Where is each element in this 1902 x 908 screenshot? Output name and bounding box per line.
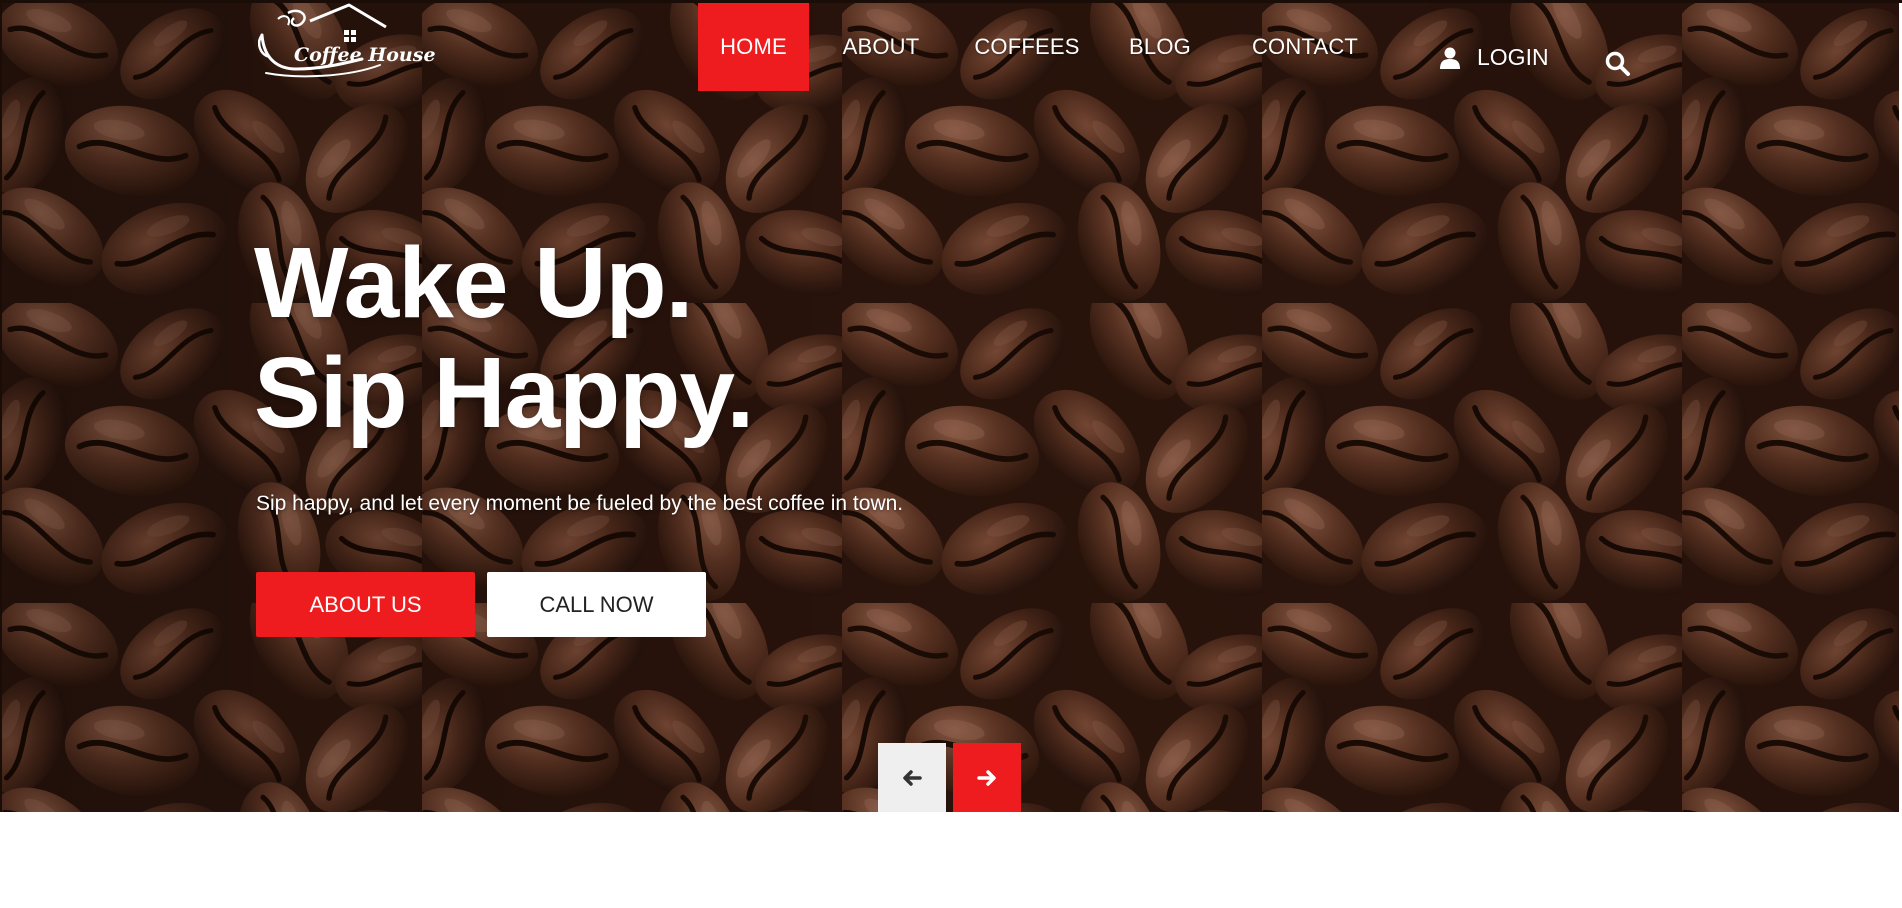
slider-next-button[interactable] (953, 743, 1021, 812)
main-nav: HOME ABOUT COFFEES BLOG CONTACT (698, 3, 1391, 91)
page: Coffee House HOME ABOUT COFFEES BLOG CON… (0, 0, 1902, 908)
headline-line-2: Sip Happy. (254, 337, 754, 449)
headline-line-1: Wake Up. (254, 227, 693, 339)
nav-item-coffees[interactable]: COFFEES (953, 3, 1101, 91)
search-icon[interactable] (1605, 51, 1631, 77)
about-us-button[interactable]: ABOUT US (256, 572, 475, 637)
nav-item-home[interactable]: HOME (698, 3, 809, 91)
coffee-house-logo[interactable] (258, 3, 428, 81)
nav-item-blog[interactable]: BLOG (1101, 3, 1219, 91)
logo-text: Coffee House (294, 44, 436, 66)
slider-prev-button[interactable] (878, 743, 946, 812)
nav-item-about[interactable]: ABOUT (809, 3, 953, 91)
hero-headline: Wake Up. Sip Happy. (254, 227, 754, 449)
user-icon (1440, 47, 1460, 69)
arrow-left-icon (903, 769, 922, 786)
login-link[interactable]: LOGIN (1440, 44, 1549, 71)
login-label: LOGIN (1477, 44, 1549, 70)
hero-subtitle: Sip happy, and let every moment be fuele… (256, 492, 904, 515)
nav-item-contact[interactable]: CONTACT (1219, 3, 1391, 91)
call-now-button[interactable]: CALL NOW (487, 572, 706, 637)
arrow-right-icon (977, 769, 996, 786)
